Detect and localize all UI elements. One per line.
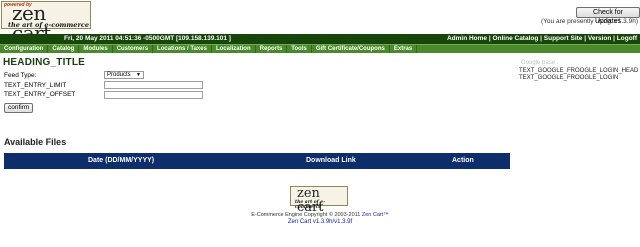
available-files-heading: Available Files	[4, 137, 67, 147]
menu-item-reports[interactable]: Reports	[256, 45, 288, 53]
header-link-online-catalog[interactable]: Online Catalog	[492, 35, 538, 42]
feed-type-value: Products	[107, 72, 131, 78]
entry-limit-input[interactable]	[104, 81, 203, 89]
entry-offset-input[interactable]	[104, 91, 203, 99]
header-datetime: Fri, 20 May 2011 04:51:36 -0500GMT [109.…	[64, 35, 231, 42]
footer-zen-cart-logo[interactable]: zen cart the art of e-commerce	[290, 186, 348, 215]
google-login-box: TEXT_GOOGLE_FROOGLE_LOGIN_HEAD TEXT_GOOG…	[519, 68, 638, 82]
header-bar: Fri, 20 May 2011 04:51:36 -0500GMT [109.…	[0, 34, 640, 44]
admin-menu-bar: Configuration Catalog Modules Customers …	[0, 44, 640, 53]
menu-item-locations-taxes[interactable]: Locations / Taxes	[153, 45, 212, 53]
feed-type-select[interactable]: Products ▼	[104, 71, 144, 79]
menu-item-localization[interactable]: Localization	[212, 45, 256, 53]
footer-logo-tagline: the art of e-commerce	[295, 200, 325, 210]
menu-item-customers[interactable]: Customers	[113, 45, 154, 53]
google-base-logo: Google base .	[521, 60, 559, 66]
entry-limit-label: TEXT_ENTRY_LIMIT	[4, 82, 67, 89]
logo-tagline: the art of e-commerce	[8, 21, 89, 29]
version-note: (You are presently using: v1.3.9h)	[541, 18, 638, 25]
menu-item-gift-certificates[interactable]: Gift Certificate/Coupons	[312, 45, 390, 53]
google-login-head: TEXT_GOOGLE_FROOGLE_LOGIN_HEAD	[519, 68, 639, 74]
footer-version-link[interactable]: Zen Cart v1.3.9h/v1.3.9f	[0, 219, 640, 225]
chevron-down-icon: ▼	[136, 72, 141, 78]
feed-type-label: Feed Type:	[4, 72, 37, 79]
menu-item-configuration[interactable]: Configuration	[0, 45, 49, 53]
header-link-support-site[interactable]: Support Site	[544, 35, 583, 42]
header-link-logoff[interactable]: Logoff	[617, 35, 637, 42]
column-download-link: Download Link	[306, 157, 356, 164]
page-title: HEADING_TITLE	[3, 57, 86, 68]
footer-copyright: E-Commerce Engine Copyright © 2003-2011 …	[0, 212, 640, 218]
menu-item-tools[interactable]: Tools	[287, 45, 312, 53]
header-link-version[interactable]: Version	[588, 35, 611, 42]
zen-cart-logo[interactable]: powered by zen cart the art of e-commerc…	[1, 1, 91, 43]
menu-item-catalog[interactable]: Catalog	[48, 45, 80, 53]
column-date: Date (DD/MM/YYYY)	[88, 157, 155, 164]
footer-copyright-text: E-Commerce Engine Copyright © 2003-2011	[251, 212, 362, 218]
google-login-text: TEXT_GOOGLE_FROOGLE_LOGIN	[519, 75, 619, 81]
header-links: Admin Home | Online Catalog | Support Si…	[447, 34, 637, 44]
files-table-header: Date (DD/MM/YYYY) Download Link Action	[4, 153, 510, 169]
menu-item-modules[interactable]: Modules	[79, 45, 113, 53]
menu-item-extras[interactable]: Extras	[390, 45, 418, 53]
entry-offset-label: TEXT_ENTRY_OFFSET	[4, 91, 76, 98]
check-for-updates-button[interactable]: Check for Updates	[576, 7, 640, 25]
footer-zen-cart-link[interactable]: Zen Cart™	[362, 212, 389, 218]
confirm-button[interactable]: confirm	[4, 103, 34, 113]
header-link-admin-home[interactable]: Admin Home	[447, 35, 487, 42]
column-action: Action	[452, 157, 474, 164]
